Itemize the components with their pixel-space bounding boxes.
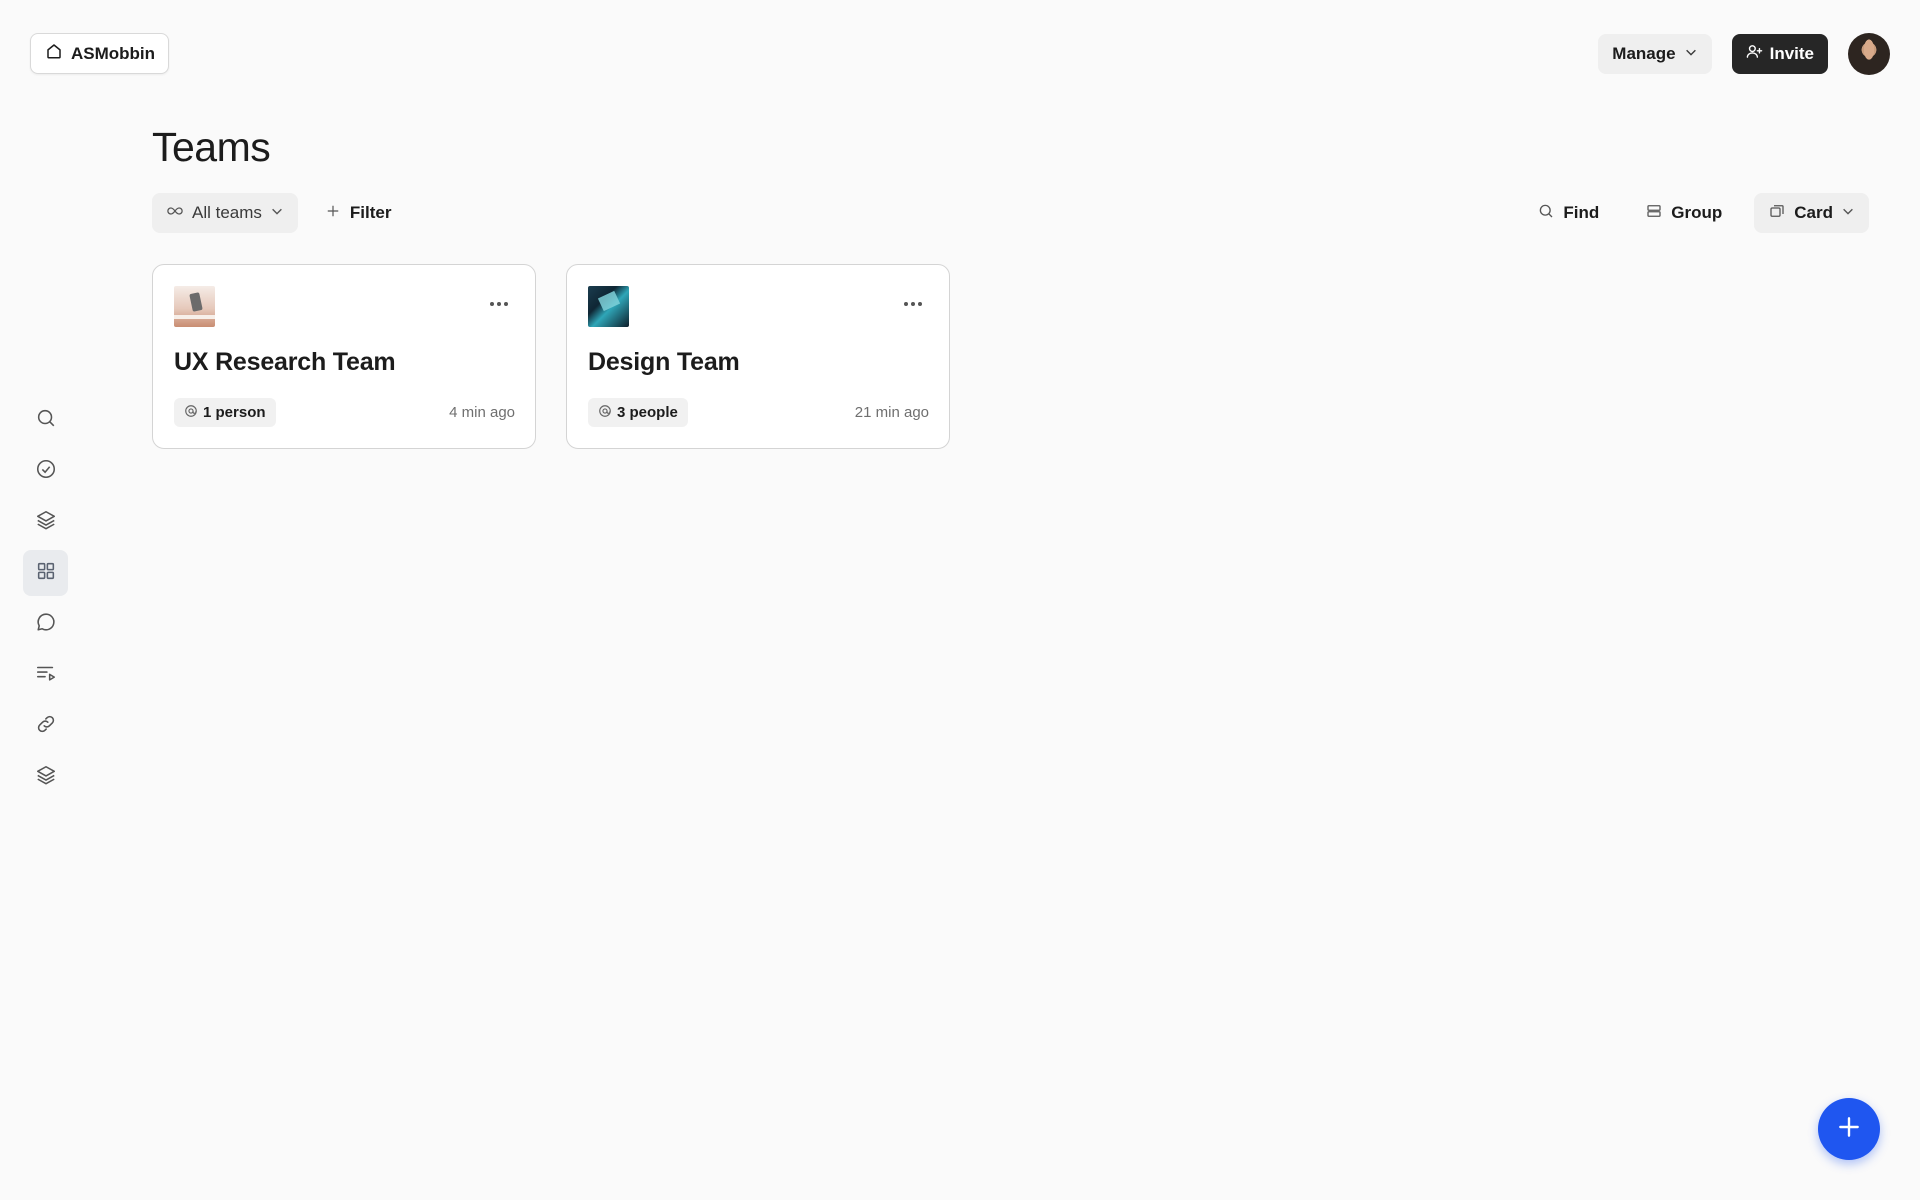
header-actions: Manage Invite bbox=[1598, 33, 1890, 75]
chevron-down-icon bbox=[1841, 203, 1855, 223]
team-cards: UX Research Team 1 person 4 min ago Desi… bbox=[152, 264, 950, 449]
team-card[interactable]: Design Team 3 people 21 min ago bbox=[566, 264, 950, 449]
add-team-button[interactable] bbox=[1818, 1098, 1880, 1160]
filter-button[interactable]: Filter bbox=[310, 193, 406, 233]
chevron-down-icon bbox=[270, 203, 284, 223]
sidebar-item-playlist[interactable] bbox=[23, 652, 68, 698]
stack-icon bbox=[35, 764, 57, 791]
chevron-down-icon bbox=[1684, 44, 1698, 64]
find-button[interactable]: Find bbox=[1523, 193, 1613, 233]
updated-time: 21 min ago bbox=[854, 404, 929, 421]
member-count: 1 person bbox=[203, 404, 266, 421]
workspace-name: ASMobbin bbox=[71, 43, 156, 63]
plus-icon bbox=[1836, 1114, 1862, 1145]
at-sign-icon bbox=[598, 404, 612, 422]
sidebar-item-links[interactable] bbox=[23, 703, 68, 749]
home-icon bbox=[45, 42, 63, 65]
grid-icon bbox=[35, 560, 57, 587]
chat-bubble-icon bbox=[35, 611, 57, 638]
card-view-icon bbox=[1768, 202, 1786, 225]
at-sign-icon bbox=[184, 404, 198, 422]
find-label: Find bbox=[1563, 203, 1600, 222]
search-icon bbox=[35, 407, 57, 434]
plus-icon bbox=[324, 202, 342, 225]
link-icon bbox=[35, 713, 57, 740]
infinity-icon bbox=[166, 202, 184, 225]
team-name: UX Research Team bbox=[174, 348, 396, 376]
view-mode-dropdown[interactable]: Card bbox=[1754, 193, 1869, 233]
sidebar-item-tasks[interactable] bbox=[23, 448, 68, 494]
group-label: Group bbox=[1671, 203, 1723, 222]
member-count-badge: 3 people bbox=[588, 398, 688, 427]
workspace-button[interactable]: ASMobbin bbox=[30, 33, 170, 74]
ux-research-thumbnail bbox=[174, 286, 215, 327]
view-mode-label: Card bbox=[1794, 203, 1833, 222]
all-teams-label: All teams bbox=[192, 203, 262, 222]
sidebar-item-search[interactable] bbox=[23, 397, 68, 443]
filter-label: Filter bbox=[349, 203, 392, 222]
invite-button[interactable]: Invite bbox=[1731, 34, 1828, 74]
sidebar-item-messages[interactable] bbox=[23, 601, 68, 647]
team-name: Design Team bbox=[588, 348, 740, 376]
sidebar-item-stack[interactable] bbox=[23, 754, 68, 800]
layers-icon bbox=[35, 509, 57, 536]
manage-label: Manage bbox=[1612, 44, 1676, 63]
user-plus-icon bbox=[1746, 43, 1763, 65]
sidebar-item-projects[interactable] bbox=[23, 499, 68, 545]
group-button[interactable]: Group bbox=[1631, 193, 1736, 233]
invite-label: Invite bbox=[1769, 44, 1814, 63]
sidebar-item-teams[interactable] bbox=[23, 550, 68, 596]
member-count: 3 people bbox=[617, 404, 678, 421]
group-rows-icon bbox=[1645, 202, 1663, 225]
team-card[interactable]: UX Research Team 1 person 4 min ago bbox=[152, 264, 536, 449]
design-thumbnail bbox=[588, 286, 629, 327]
check-circle-icon bbox=[35, 458, 57, 485]
playlist-icon bbox=[35, 662, 57, 689]
updated-time: 4 min ago bbox=[449, 404, 515, 421]
toolbar-right: Find Group Card bbox=[1523, 193, 1869, 233]
manage-button[interactable]: Manage bbox=[1598, 34, 1712, 74]
search-icon bbox=[1537, 202, 1555, 225]
all-teams-dropdown[interactable]: All teams bbox=[152, 193, 298, 233]
toolbar-left: All teams Filter bbox=[152, 193, 405, 233]
member-count-badge: 1 person bbox=[174, 398, 276, 427]
page-title: Teams bbox=[152, 124, 271, 170]
more-options-icon[interactable] bbox=[903, 295, 923, 306]
sidebar-nav bbox=[23, 397, 69, 800]
user-avatar[interactable] bbox=[1848, 33, 1890, 75]
more-options-icon[interactable] bbox=[489, 295, 509, 306]
